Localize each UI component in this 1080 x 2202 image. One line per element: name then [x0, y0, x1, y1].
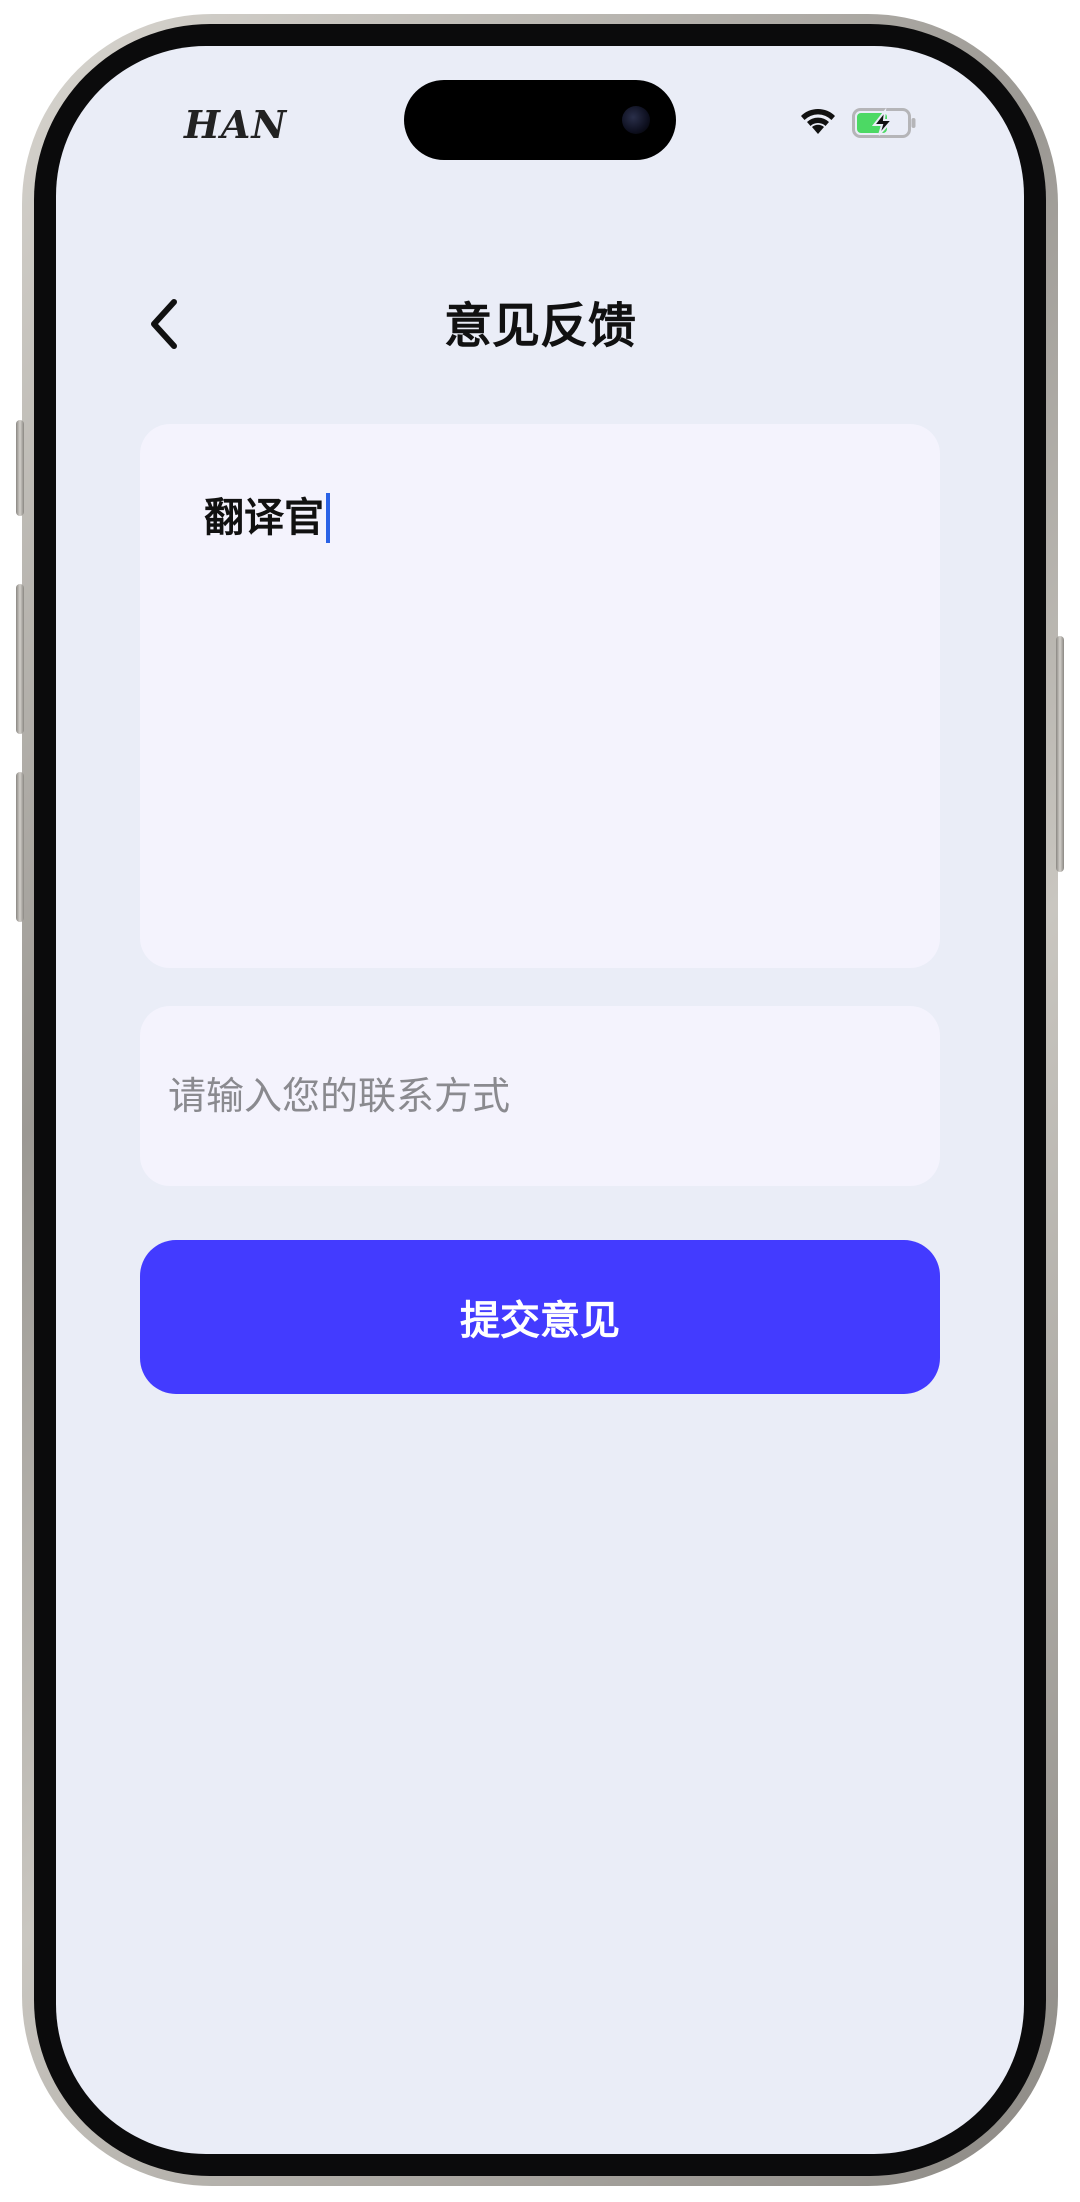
volume-down-button [16, 772, 24, 922]
submit-button-label: 提交意见 [460, 1298, 620, 1344]
contact-placeholder: 请输入您的联系方式 [168, 1074, 511, 1118]
page-title: 意见反馈 [443, 298, 636, 354]
camera-icon [622, 106, 650, 134]
volume-up-button [16, 584, 24, 734]
submit-feedback-button[interactable]: 提交意见 [140, 1240, 940, 1394]
text-cursor [326, 493, 330, 543]
wifi-icon [798, 106, 838, 140]
action-button [16, 420, 24, 516]
status-indicators [798, 106, 916, 140]
screen: HAN 意见反馈 翻译官 请输入您的联系方式 提交意见 [56, 46, 1024, 2154]
dynamic-island [404, 80, 676, 160]
contact-input[interactable]: 请输入您的联系方式 [140, 1006, 940, 1186]
feedback-text-value: 翻译官 [204, 490, 330, 546]
battery-charging-icon [852, 107, 916, 138]
power-button [1056, 636, 1064, 872]
feedback-textarea[interactable]: 翻译官 [140, 424, 940, 968]
navigation-bar: 意见反馈 [56, 276, 1024, 376]
feedback-input-text: 翻译官 [204, 495, 324, 541]
status-carrier: HAN [184, 102, 288, 147]
